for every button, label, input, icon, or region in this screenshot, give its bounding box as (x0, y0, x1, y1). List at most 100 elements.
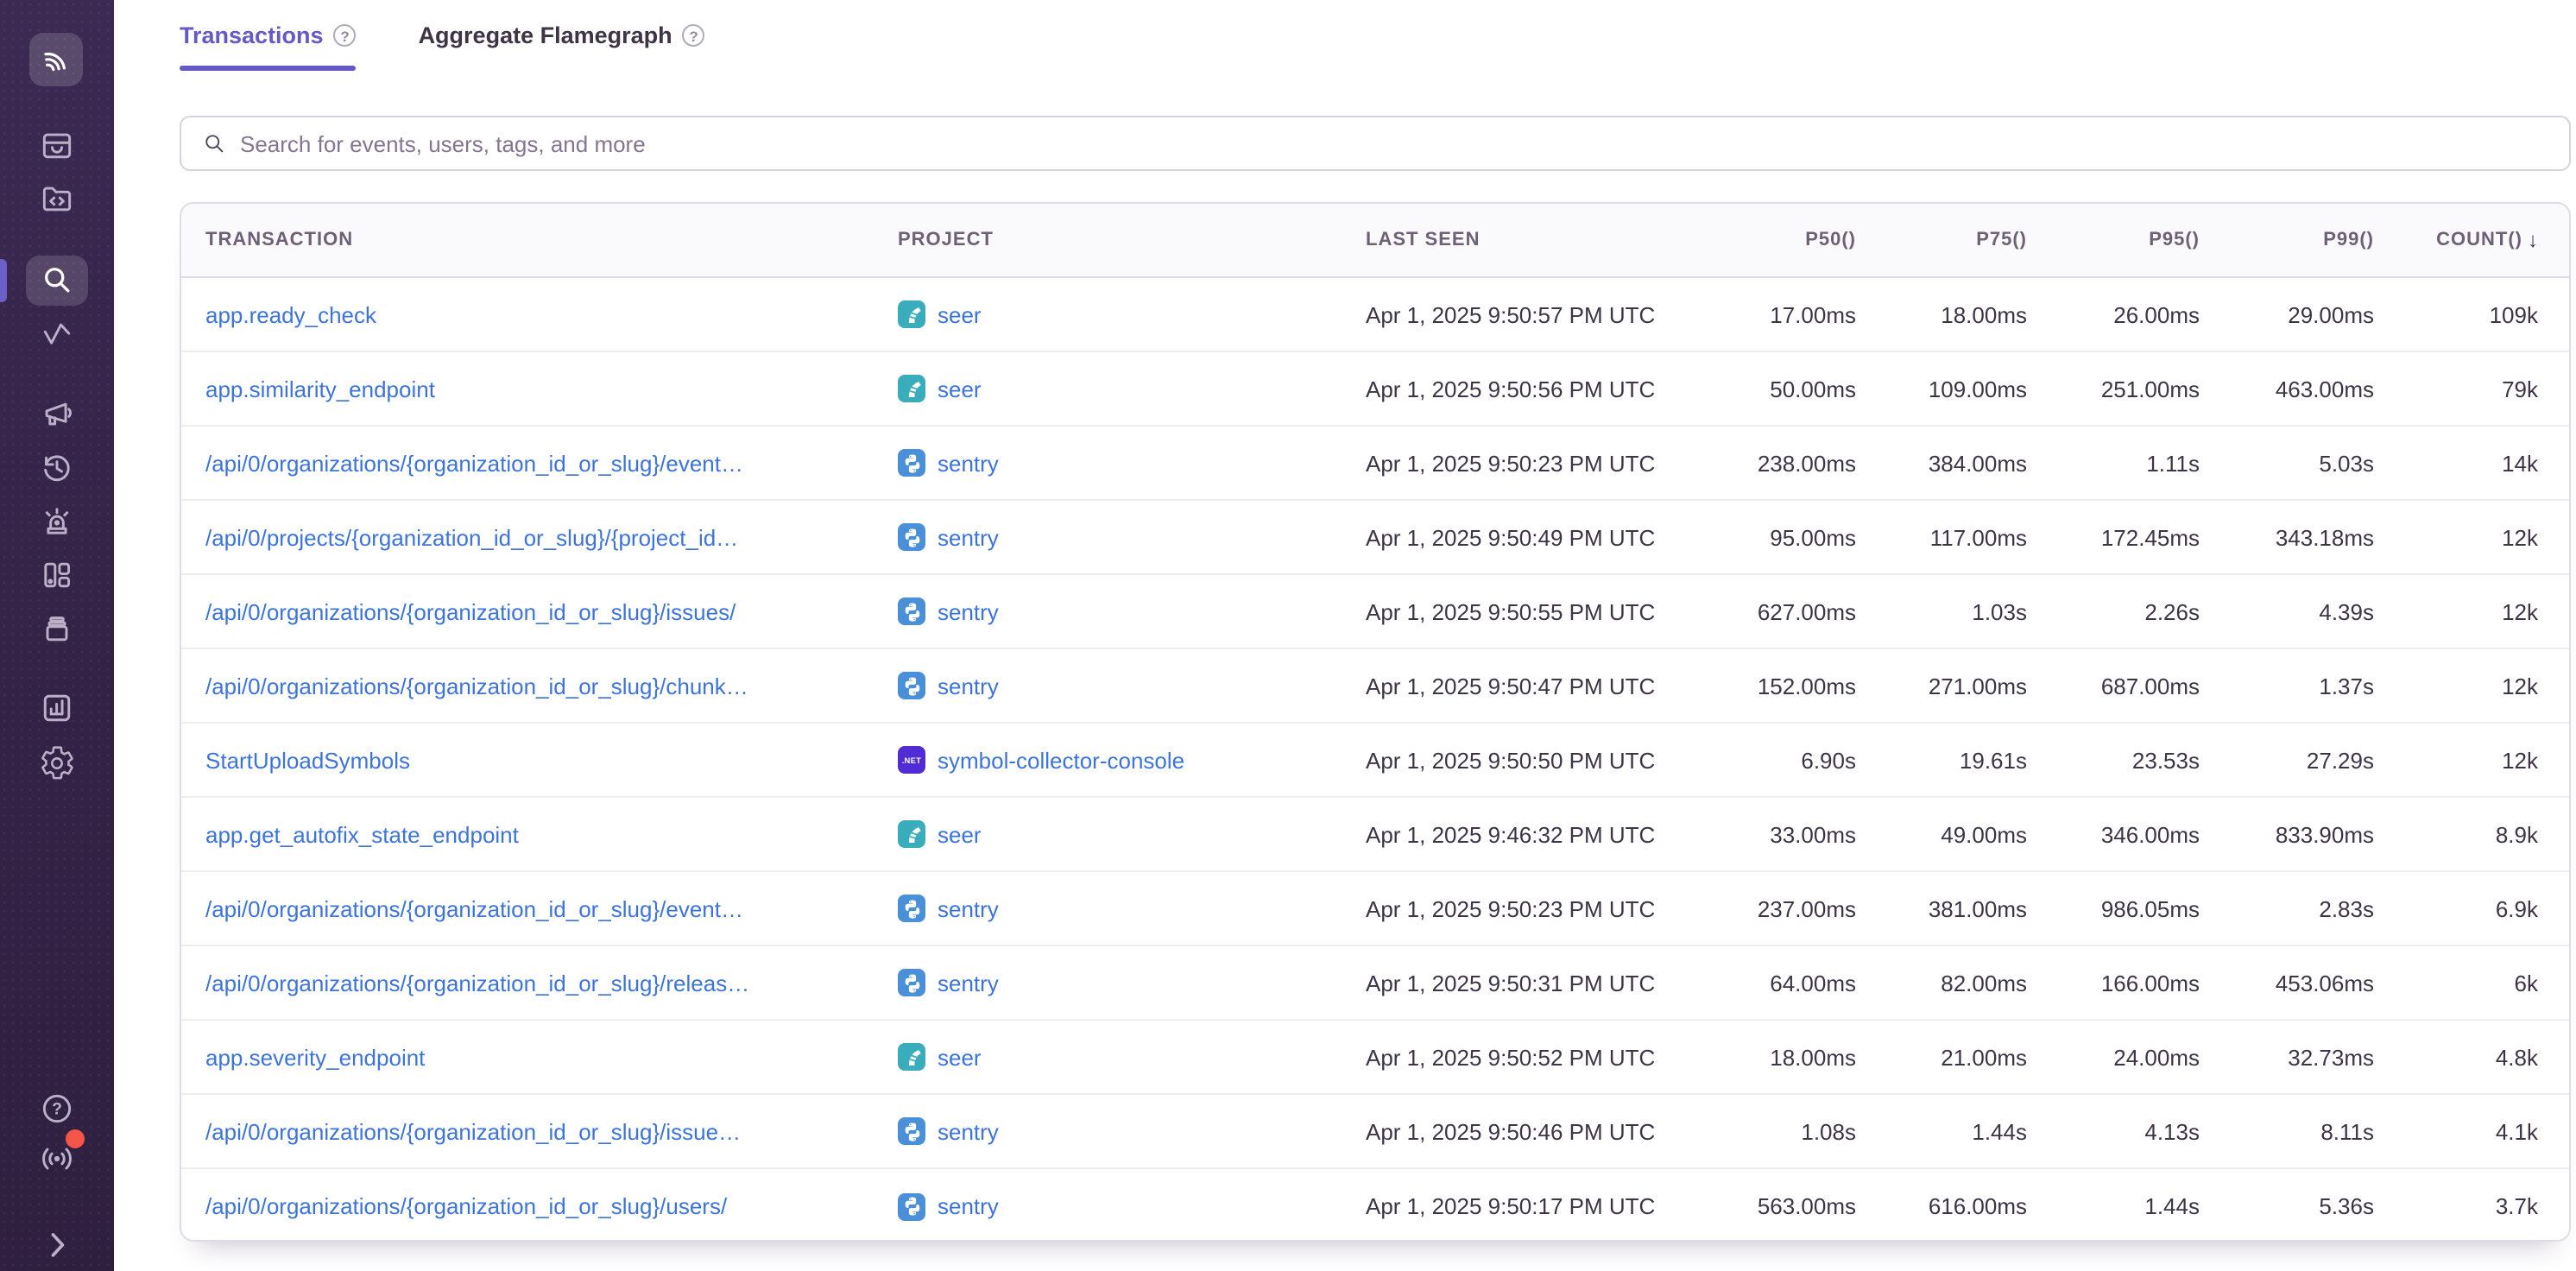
inbox-stack-icon (38, 126, 76, 164)
column-header-count[interactable]: COUNT() ↓ (2374, 228, 2569, 252)
count-value: 4.8k (2374, 1044, 2569, 1070)
search-bar[interactable] (180, 116, 2571, 171)
p50-value: 33.00ms (1701, 821, 1856, 847)
p75-value: 616.00ms (1856, 1193, 2027, 1219)
sidebar-item-whats-new[interactable] (38, 1140, 76, 1178)
tab-transactions[interactable]: Transactions ? (180, 22, 357, 71)
transaction-link[interactable]: /api/0/organizations/{organization_id_or… (205, 598, 736, 624)
p50-value: 1.08s (1701, 1118, 1856, 1144)
p75-value: 117.00ms (1856, 524, 2027, 550)
gear-icon (38, 744, 76, 782)
project-link[interactable]: sentry (938, 895, 999, 921)
tab-aggregate-flamegraph-label: Aggregate Flamegraph (419, 22, 672, 48)
sidebar-item-replays[interactable] (38, 449, 76, 487)
p75-value: 384.00ms (1856, 450, 2027, 476)
sidebar-item-explore[interactable] (38, 180, 76, 218)
project-link[interactable]: sentry (938, 970, 999, 996)
column-header-transaction[interactable]: TRANSACTION (181, 230, 872, 250)
seer-icon (900, 377, 923, 400)
python-icon (900, 452, 923, 474)
column-header-last-seen[interactable]: LAST SEEN (1338, 230, 1701, 250)
table-row: app.get_autofix_state_endpoint .NET seer… (181, 798, 2569, 872)
tab-aggregate-flamegraph[interactable]: Aggregate Flamegraph ? (419, 22, 705, 71)
project-link[interactable]: sentry (938, 1118, 999, 1144)
p50-value: 6.90s (1701, 747, 1856, 773)
sidebar-item-search[interactable] (38, 261, 76, 299)
p95-value: 251.00ms (2027, 376, 2200, 402)
transaction-link[interactable]: /api/0/organizations/{organization_id_or… (205, 895, 743, 921)
column-header-p75[interactable]: P75() (1856, 230, 2027, 250)
bar-chart-icon (38, 689, 76, 727)
sidebar-item-releases[interactable] (38, 610, 76, 648)
project-platform-icon: .NET (898, 1043, 925, 1071)
p75-value: 1.03s (1856, 598, 2027, 624)
search-input[interactable] (240, 130, 2552, 156)
project-link[interactable]: seer (938, 1044, 982, 1070)
transaction-link[interactable]: /api/0/organizations/{organization_id_or… (205, 970, 749, 996)
p75-value: 21.00ms (1856, 1044, 2027, 1070)
p50-value: 50.00ms (1701, 376, 1856, 402)
sidebar-item-settings[interactable] (38, 744, 76, 782)
sidebar-item-issues[interactable] (38, 126, 76, 164)
project-link[interactable]: seer (938, 821, 982, 847)
column-header-p95[interactable]: P95() (2027, 230, 2200, 250)
last-seen-value: Apr 1, 2025 9:50:50 PM UTC (1338, 747, 1701, 773)
count-value: 79k (2374, 376, 2569, 402)
project-link[interactable]: seer (938, 376, 982, 402)
p99-value: 4.39s (2200, 598, 2374, 624)
transaction-link[interactable]: app.get_autofix_state_endpoint (205, 821, 519, 847)
sidebar-item-alerts[interactable] (38, 503, 76, 541)
project-link[interactable]: sentry (938, 673, 999, 699)
project-link[interactable]: sentry (938, 450, 999, 476)
transaction-link[interactable]: /api/0/organizations/{organization_id_or… (205, 1118, 741, 1144)
column-header-p99[interactable]: P99() (2200, 230, 2374, 250)
p95-value: 4.13s (2027, 1118, 2200, 1144)
count-value: 4.1k (2374, 1118, 2569, 1144)
transaction-link[interactable]: /api/0/organizations/{organization_id_or… (205, 673, 748, 699)
help-icon[interactable]: ? (334, 24, 357, 47)
project-link[interactable]: symbol-collector-console (938, 747, 1184, 773)
last-seen-value: Apr 1, 2025 9:50:52 PM UTC (1338, 1044, 1701, 1070)
p50-value: 563.00ms (1701, 1193, 1856, 1219)
transaction-link[interactable]: app.similarity_endpoint (205, 376, 435, 402)
transaction-link[interactable]: /api/0/projects/{organization_id_or_slug… (205, 524, 738, 550)
project-platform-icon: .NET (898, 375, 925, 402)
seer-icon (900, 1046, 923, 1068)
p75-value: 19.61s (1856, 747, 2027, 773)
p75-value: 49.00ms (1856, 821, 2027, 847)
sidebar-item-dashboards[interactable] (38, 556, 76, 594)
zigzag-line-icon (38, 316, 76, 354)
sidebar-item-stats[interactable] (38, 689, 76, 727)
transaction-link[interactable]: app.ready_check (205, 301, 376, 327)
count-value: 3.7k (2374, 1193, 2569, 1219)
megaphone-icon (38, 395, 76, 433)
table-row: app.similarity_endpoint .NET seer Apr 1,… (181, 352, 2569, 427)
sidebar-collapse-toggle[interactable] (38, 1224, 76, 1262)
count-value: 14k (2374, 450, 2569, 476)
transaction-link[interactable]: /api/0/organizations/{organization_id_or… (205, 450, 743, 476)
notification-badge (66, 1129, 85, 1148)
project-link[interactable]: sentry (938, 1193, 999, 1219)
table-row: /api/0/organizations/{organization_id_or… (181, 649, 2569, 724)
sidebar-item-traces[interactable] (38, 316, 76, 354)
sidebar-item-help[interactable]: ? (38, 1090, 76, 1128)
project-platform-icon: .NET (898, 969, 925, 996)
project-link[interactable]: seer (938, 301, 982, 327)
transaction-link[interactable]: StartUploadSymbols (205, 747, 410, 773)
column-header-project[interactable]: PROJECT (872, 230, 1338, 250)
count-value: 12k (2374, 524, 2569, 550)
project-link[interactable]: sentry (938, 524, 999, 550)
p95-value: 23.53s (2027, 747, 2200, 773)
sentry-logo[interactable] (29, 33, 83, 86)
help-icon[interactable]: ? (683, 24, 705, 47)
sidebar-item-feedback[interactable] (38, 395, 76, 433)
transaction-link[interactable]: app.severity_endpoint (205, 1044, 425, 1070)
p50-value: 17.00ms (1701, 301, 1856, 327)
transaction-link[interactable]: /api/0/organizations/{organization_id_or… (205, 1193, 727, 1219)
column-header-p50[interactable]: P50() (1701, 230, 1856, 250)
python-icon (900, 1195, 923, 1217)
table-row: /api/0/organizations/{organization_id_or… (181, 1095, 2569, 1169)
project-link[interactable]: sentry (938, 598, 999, 624)
project-platform-icon: .NET (898, 820, 925, 848)
p50-value: 237.00ms (1701, 895, 1856, 921)
